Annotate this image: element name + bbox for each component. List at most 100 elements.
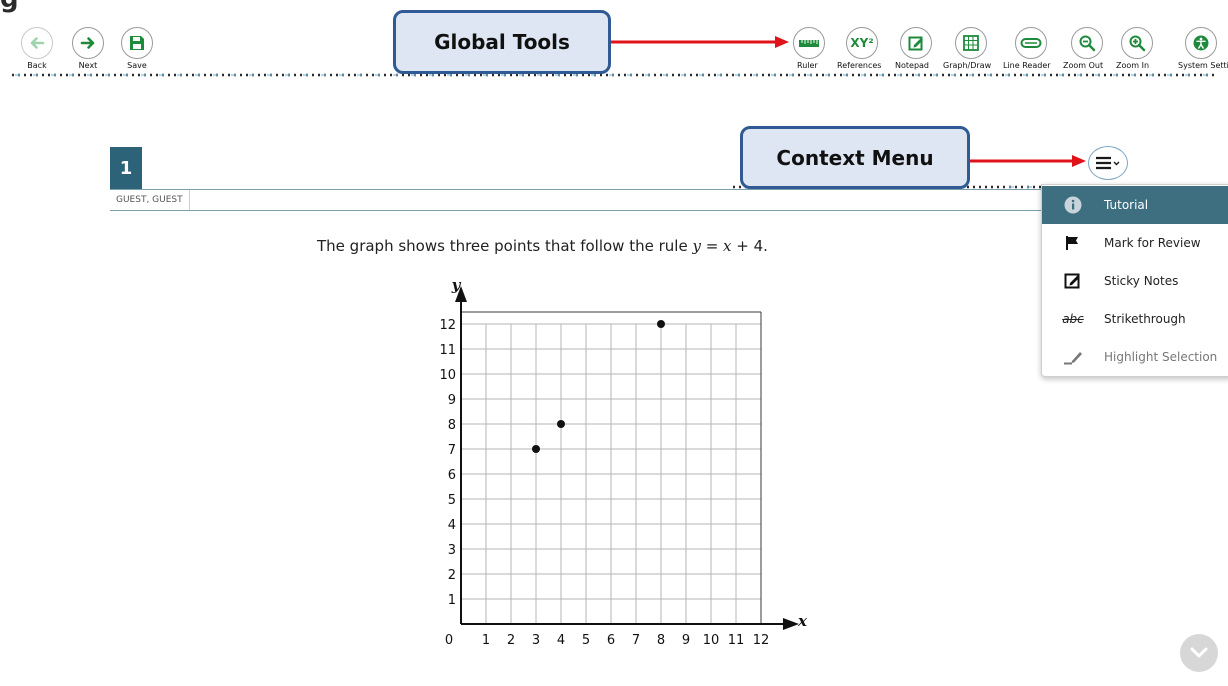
graph-draw-button[interactable]: Graph/Draw (943, 27, 991, 70)
x-tick-label: 2 (507, 633, 515, 648)
next-arrow-icon (80, 37, 95, 49)
info-icon (1064, 196, 1082, 214)
system-settings-button[interactable]: System Settin (1178, 27, 1228, 70)
question-number: 1 (110, 147, 142, 189)
chevron-down-icon (1190, 647, 1208, 658)
prompt-suffix: + 4. (731, 237, 768, 255)
x-tick-label: 5 (582, 633, 590, 648)
y-tick-label: 2 (448, 568, 456, 583)
y-tick-label: 4 (448, 518, 456, 533)
toolbar-separator (12, 73, 1217, 77)
x-tick-label: 6 (607, 633, 615, 648)
back-button[interactable]: Back (21, 27, 53, 70)
highlighter-icon (1064, 352, 1082, 365)
x-tick-label: 10 (703, 633, 720, 648)
menu-item-label: Highlight Selection (1104, 350, 1218, 364)
references-icon: XY² (850, 36, 874, 50)
y-tick-label: 1 (448, 593, 456, 608)
global-tools-arrow (611, 36, 789, 48)
save-icon (130, 36, 144, 50)
y-tick-label: 5 (448, 493, 456, 508)
y-tick-label: 11 (439, 343, 456, 358)
ruler-icon (799, 40, 819, 47)
x-tick-label: 11 (728, 633, 745, 648)
menu-item-label: Sticky Notes (1104, 274, 1179, 288)
question-prompt: The graph shows three points that follow… (317, 237, 768, 255)
x-tick-label: 12 (753, 633, 770, 648)
sticky-note-icon (1064, 273, 1080, 289)
y-tick-label: 12 (439, 318, 456, 333)
x-tick-label: 3 (532, 633, 540, 648)
hamburger-menu-icon (1096, 156, 1120, 170)
x-tick-label: 0 (445, 633, 453, 648)
y-tick-label: 8 (448, 418, 456, 433)
scroll-down-button[interactable] (1180, 634, 1218, 672)
data-point (657, 320, 665, 328)
context-menu-button[interactable] (1088, 146, 1128, 180)
prompt-text: The graph shows three points that follow… (317, 237, 693, 255)
y-tick-label: 7 (448, 443, 456, 458)
context-menu-callout-text: Context Menu (776, 145, 934, 170)
y-tick-label: 9 (448, 393, 456, 408)
zoom-in-button[interactable]: Zoom In (1116, 27, 1153, 70)
ruler-button[interactable]: Ruler (793, 27, 825, 70)
next-label: Next (78, 61, 98, 70)
graph-draw-icon (963, 35, 979, 51)
menu-item-strikethrough[interactable]: abc Strikethrough (1042, 300, 1228, 338)
flag-icon (1066, 236, 1078, 250)
notepad-label: Notepad (895, 61, 929, 70)
x-tick-label: 1 (482, 633, 490, 648)
prompt-equals: = (700, 237, 724, 255)
x-tick-label: 7 (632, 633, 640, 648)
y-axis-label: y (451, 276, 462, 294)
y-tick-label: 6 (448, 468, 456, 483)
ruler-label: Ruler (797, 61, 818, 70)
prompt-variable-y: y (692, 237, 701, 255)
header-divider (110, 210, 1045, 211)
graph-draw-label: Graph/Draw (943, 61, 992, 70)
menu-item-highlight-selection[interactable]: Highlight Selection (1042, 338, 1228, 376)
coordinate-graph: xy0 1 2 3 4 5 6 7 8 9 10 11 12123456789101112 (439, 276, 808, 648)
student-name: GUEST, GUEST (110, 190, 190, 210)
zoom-in-label: Zoom In (1116, 61, 1150, 70)
back-arrow-icon (30, 37, 45, 49)
context-menu: Tutorial Mark for Review Sticky Notes ab… (1041, 184, 1228, 377)
global-tools-callout: Global Tools (393, 10, 611, 74)
line-reader-button[interactable]: Line Reader (1003, 27, 1051, 70)
y-tick-label: 10 (439, 368, 456, 383)
menu-item-label: Strikethrough (1104, 312, 1186, 326)
x-tick-label: 8 (657, 633, 665, 648)
strikethrough-icon: abc (1062, 312, 1084, 326)
menu-item-sticky-notes[interactable]: Sticky Notes (1042, 262, 1228, 300)
x-tick-label: 4 (557, 633, 565, 648)
context-menu-callout: Context Menu (740, 126, 970, 189)
notepad-icon (908, 36, 923, 51)
menu-item-tutorial[interactable]: Tutorial (1042, 186, 1228, 224)
zoom-in-icon (1129, 35, 1146, 52)
line-reader-icon (1020, 38, 1042, 48)
zoom-out-icon (1079, 35, 1096, 52)
x-axis-label: x (797, 612, 808, 630)
next-button[interactable]: Next (72, 27, 104, 70)
back-label: Back (27, 61, 47, 70)
data-point (532, 445, 540, 453)
menu-item-label: Tutorial (1104, 198, 1149, 212)
references-label: References (837, 61, 882, 70)
zoom-out-button[interactable]: Zoom Out (1063, 27, 1103, 70)
line-reader-label: Line Reader (1003, 61, 1051, 70)
context-menu-arrow (970, 155, 1086, 167)
references-button[interactable]: XY² References (837, 27, 881, 70)
save-button[interactable]: Save (121, 27, 153, 70)
y-tick-label: 3 (448, 543, 456, 558)
notepad-button[interactable]: Notepad (895, 27, 932, 70)
system-settings-icon (1193, 35, 1209, 51)
prompt-variable-x: x (723, 237, 732, 255)
x-axis-arrow (783, 618, 799, 630)
save-label: Save (127, 61, 147, 70)
menu-item-mark-for-review[interactable]: Mark for Review (1042, 224, 1228, 262)
x-tick-label: 9 (682, 633, 690, 648)
system-settings-label: System Settin (1178, 61, 1228, 70)
menu-item-label: Mark for Review (1104, 236, 1201, 250)
data-point (557, 420, 565, 428)
global-tools-callout-text: Global Tools (434, 30, 570, 54)
